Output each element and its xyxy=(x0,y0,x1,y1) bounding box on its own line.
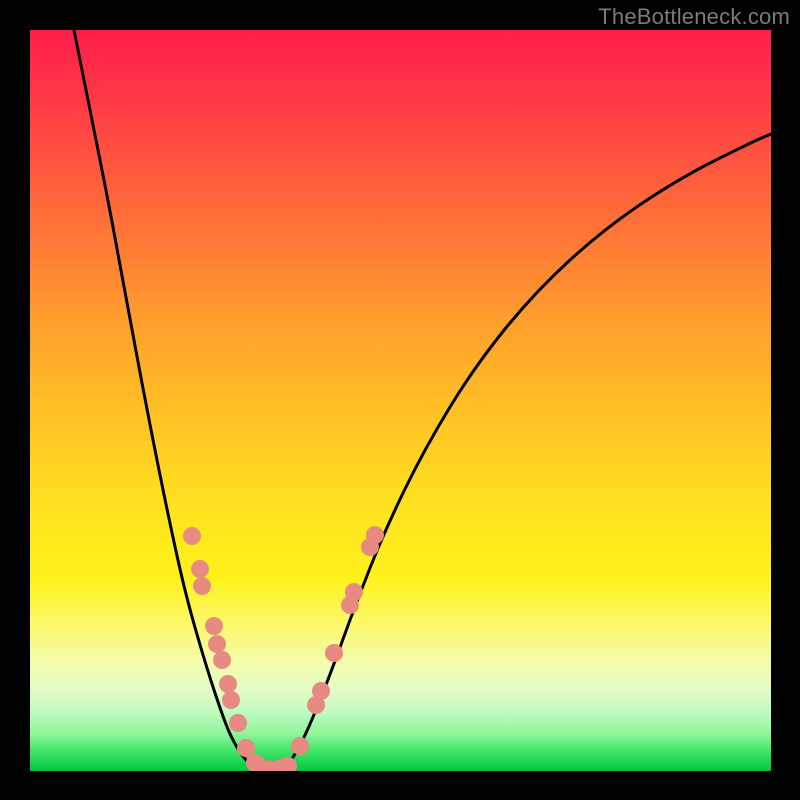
marker-dot xyxy=(312,682,330,700)
marker-dot xyxy=(208,635,226,653)
marker-dot xyxy=(291,737,309,755)
marker-dot xyxy=(205,617,223,635)
watermark-text: TheBottleneck.com xyxy=(598,4,790,30)
curve-paths xyxy=(74,30,771,771)
marker-dot xyxy=(325,644,343,662)
marker-dot xyxy=(366,526,384,544)
chart-stage: TheBottleneck.com xyxy=(0,0,800,800)
plot-area xyxy=(30,30,771,771)
marker-dot xyxy=(345,583,363,601)
marker-dot xyxy=(213,651,231,669)
marker-dot xyxy=(219,675,237,693)
marker-dot xyxy=(191,560,209,578)
curve-layer xyxy=(30,30,771,771)
series-right-curve xyxy=(282,134,771,770)
marker-dot xyxy=(183,527,201,545)
marker-dot xyxy=(222,691,240,709)
marker-dot xyxy=(229,714,247,732)
marker-dot xyxy=(193,577,211,595)
marker-dot xyxy=(237,739,255,757)
marker-dots xyxy=(183,526,384,771)
